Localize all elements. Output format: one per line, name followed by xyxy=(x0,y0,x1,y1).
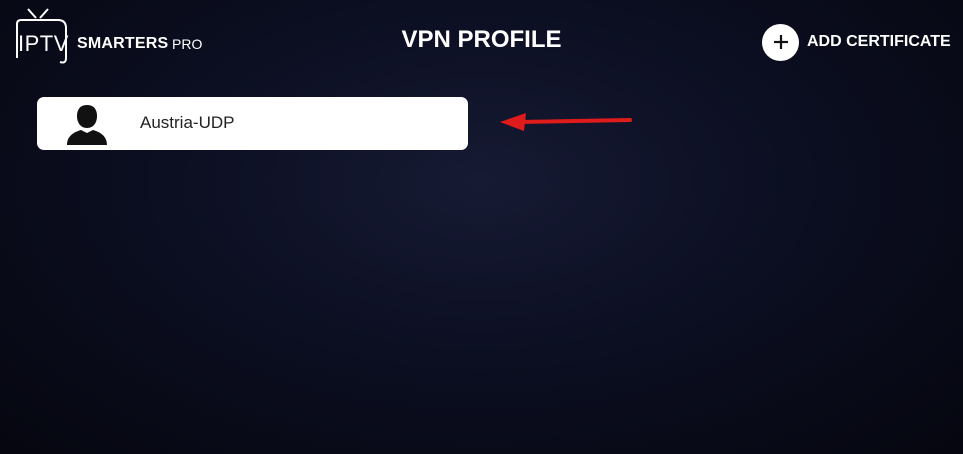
plus-icon xyxy=(762,23,799,61)
arrow-left-icon xyxy=(500,113,632,131)
user-icon xyxy=(67,105,107,145)
add-certificate-button[interactable]: ADD CERTIFICATE xyxy=(762,23,951,61)
vpn-profile-item[interactable]: Austria-UDP xyxy=(37,97,468,150)
add-certificate-label: ADD CERTIFICATE xyxy=(807,33,951,50)
vpn-profile-name: Austria-UDP xyxy=(140,113,235,132)
app-header: IPTV SMARTERS PRO VPN PROFILE ADD CERTIF… xyxy=(0,0,963,80)
